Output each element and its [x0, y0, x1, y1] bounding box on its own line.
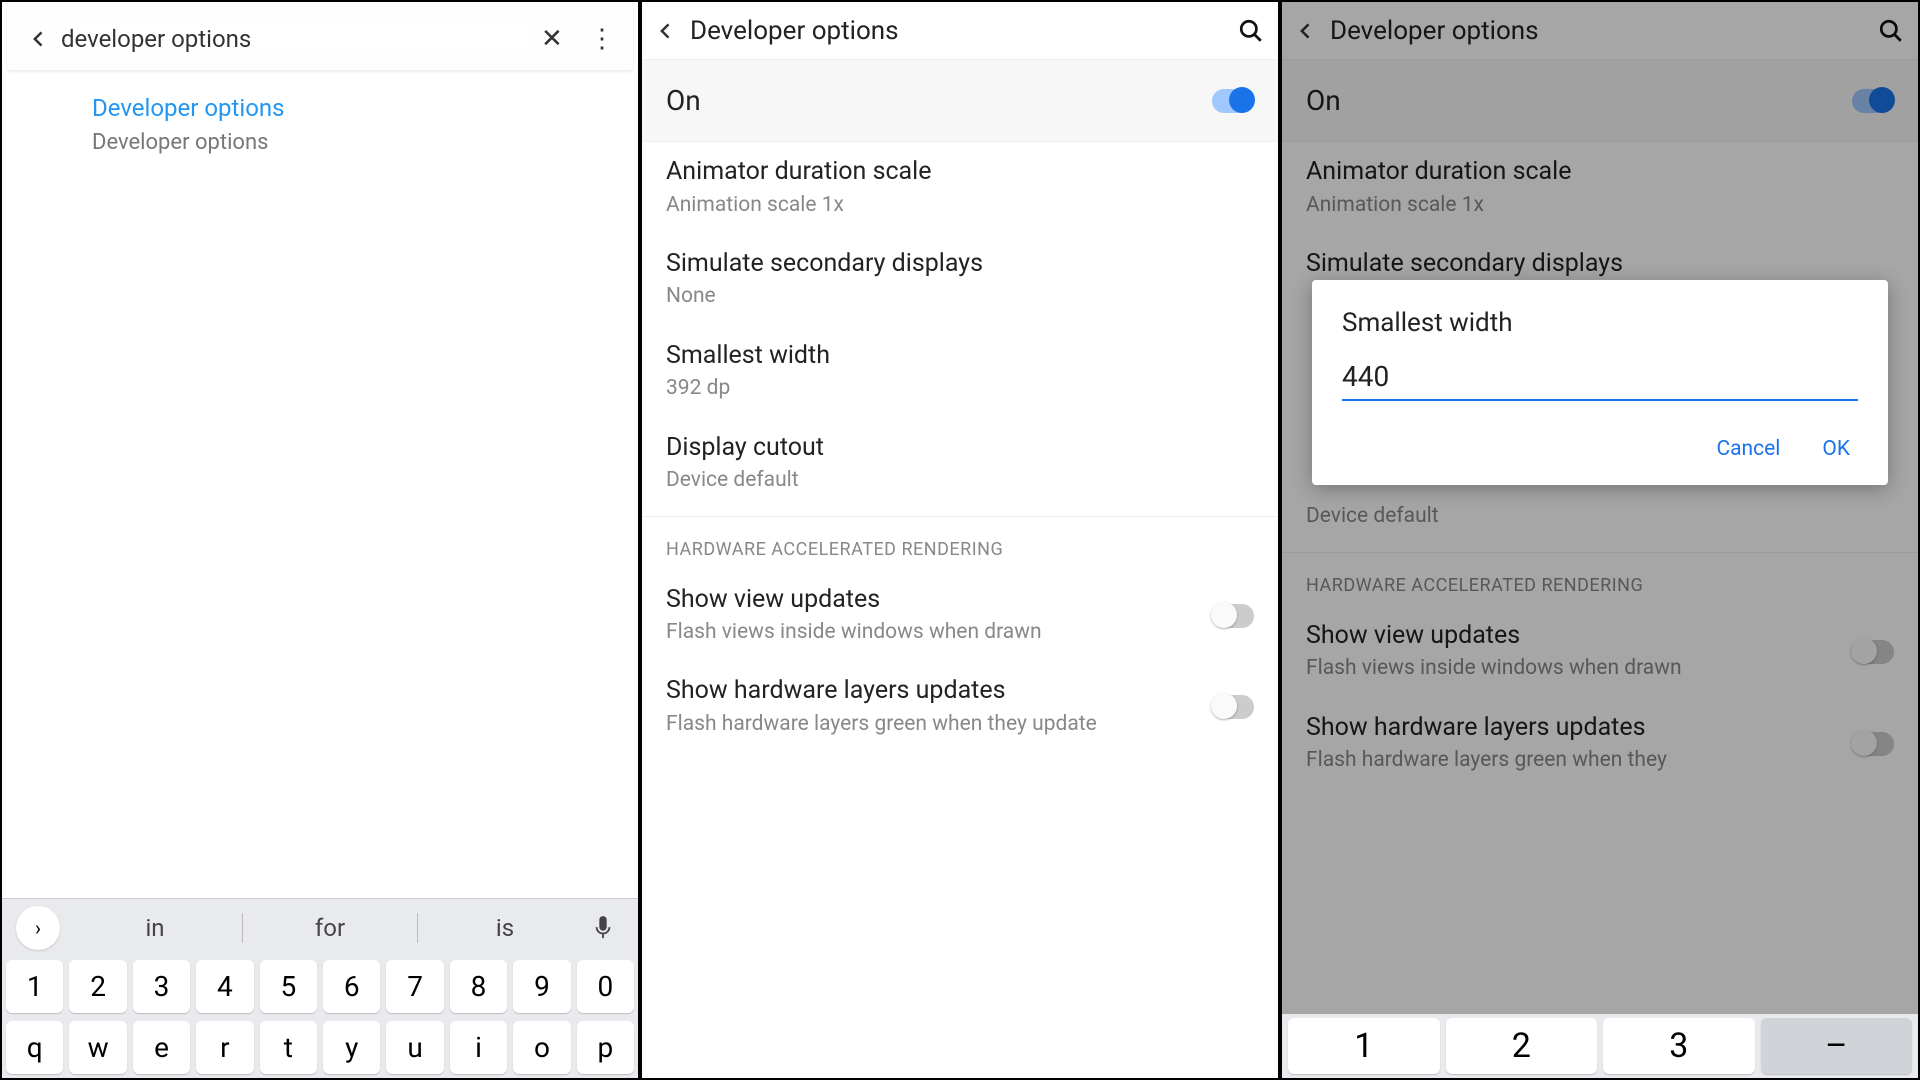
dialog-input[interactable] — [1342, 356, 1858, 401]
mic-icon[interactable] — [592, 914, 632, 942]
keyboard-row: qwertyuiop — [2, 1017, 638, 1078]
key[interactable]: e — [133, 1021, 190, 1074]
key[interactable]: 3 — [133, 960, 190, 1013]
setting-row[interactable]: Smallest width392 dp — [642, 326, 1278, 418]
clear-icon[interactable]: ✕ — [541, 24, 569, 54]
keyboard-row: 1234567890 — [2, 956, 638, 1017]
numpad-key[interactable]: – — [1761, 1018, 1913, 1074]
search-result[interactable]: Developer options Developer options — [2, 76, 638, 169]
header: Developer options — [642, 2, 1278, 60]
panel-search: ✕ ⋮ Developer options Developer options … — [0, 0, 640, 1080]
setting-row[interactable]: Show view updatesFlash views inside wind… — [642, 570, 1278, 662]
numpad-key[interactable]: 2 — [1446, 1018, 1598, 1074]
more-icon[interactable]: ⋮ — [589, 24, 605, 54]
key[interactable]: 5 — [260, 960, 317, 1013]
toggle-switch[interactable] — [1212, 604, 1254, 628]
setting-row[interactable]: Simulate secondary displaysNone — [642, 234, 1278, 326]
setting-row[interactable]: Show hardware layers updatesFlash hardwa… — [642, 661, 1278, 753]
chevron-right-icon[interactable]: › — [16, 906, 60, 950]
suggestion[interactable]: is — [418, 914, 592, 942]
search-input[interactable] — [61, 25, 531, 53]
modal-scrim[interactable] — [1282, 2, 1918, 1078]
suggestion[interactable]: in — [68, 914, 242, 942]
back-icon[interactable] — [656, 21, 676, 41]
cancel-button[interactable]: Cancel — [1708, 429, 1788, 469]
numeric-keypad: 123– — [1282, 1014, 1918, 1078]
search-icon[interactable] — [1238, 18, 1264, 44]
suggestion-row: › in for is — [2, 898, 638, 956]
result-title: Developer options — [92, 92, 638, 126]
result-subtitle: Developer options — [92, 126, 638, 159]
key[interactable]: y — [323, 1021, 380, 1074]
key[interactable]: 8 — [450, 960, 507, 1013]
dialog-title: Smallest width — [1342, 308, 1858, 338]
suggestion[interactable]: for — [243, 914, 417, 942]
toggle-switch[interactable] — [1212, 695, 1254, 719]
key[interactable]: 2 — [69, 960, 126, 1013]
back-icon[interactable] — [25, 25, 53, 53]
key[interactable]: 7 — [386, 960, 443, 1013]
key[interactable]: 6 — [323, 960, 380, 1013]
panel-developer-options: Developer options On Animator duration s… — [640, 0, 1280, 1080]
numpad-key[interactable]: 3 — [1603, 1018, 1755, 1074]
key[interactable]: q — [6, 1021, 63, 1074]
setting-row[interactable]: Animator duration scaleAnimation scale 1… — [642, 142, 1278, 234]
search-bar: ✕ ⋮ — [7, 7, 633, 71]
key[interactable]: 4 — [196, 960, 253, 1013]
section-header: HARDWARE ACCELERATED RENDERING — [642, 516, 1278, 570]
key[interactable]: i — [450, 1021, 507, 1074]
keyboard: › in for is 1234567890 qwertyuiop — [2, 898, 638, 1078]
numpad-key[interactable]: 1 — [1288, 1018, 1440, 1074]
toggle-switch[interactable] — [1212, 89, 1254, 113]
key[interactable]: 0 — [577, 960, 634, 1013]
key[interactable]: w — [69, 1021, 126, 1074]
smallest-width-dialog: Smallest width Cancel OK — [1312, 280, 1888, 485]
page-title: Developer options — [690, 16, 1238, 46]
key[interactable]: 9 — [513, 960, 570, 1013]
key[interactable]: t — [260, 1021, 317, 1074]
key[interactable]: r — [196, 1021, 253, 1074]
master-toggle-row[interactable]: On — [642, 60, 1278, 142]
key[interactable]: o — [513, 1021, 570, 1074]
on-label: On — [666, 84, 1212, 117]
setting-row[interactable]: Display cutoutDevice default — [642, 418, 1278, 510]
key[interactable]: p — [577, 1021, 634, 1074]
ok-button[interactable]: OK — [1814, 429, 1858, 469]
key[interactable]: u — [386, 1021, 443, 1074]
key[interactable]: 1 — [6, 960, 63, 1013]
panel-dialog: Developer options On Animator duration s… — [1280, 0, 1920, 1080]
